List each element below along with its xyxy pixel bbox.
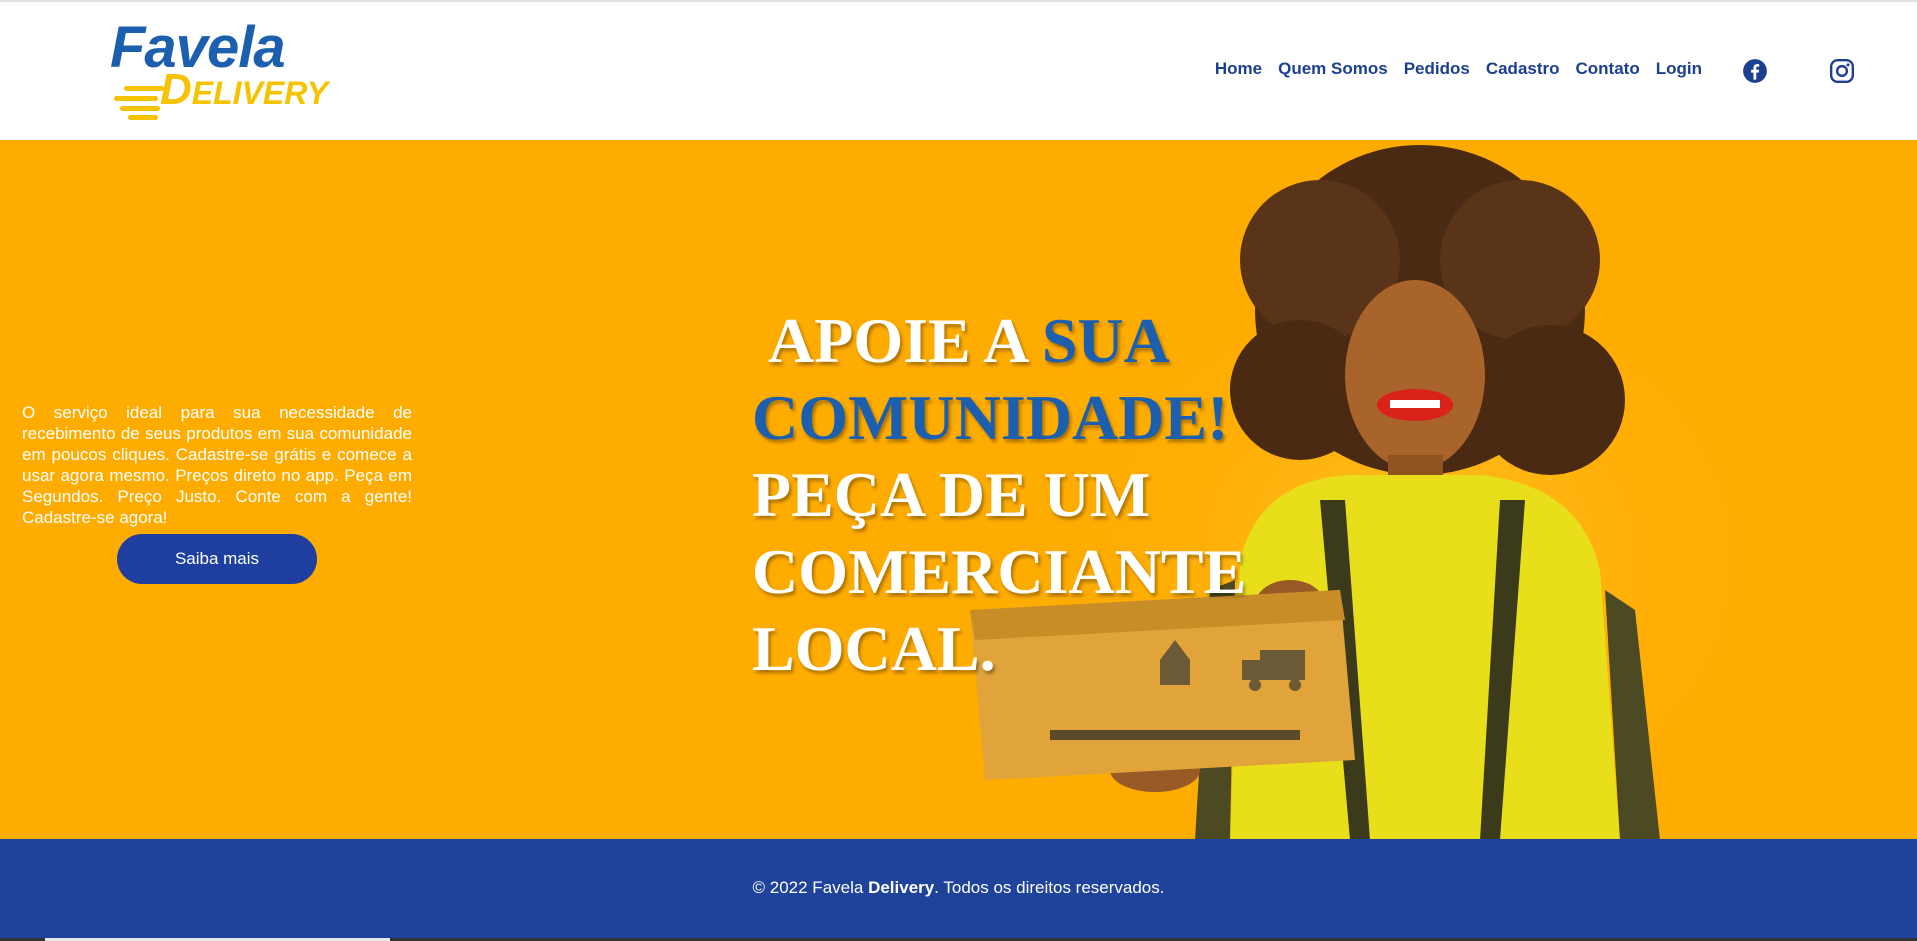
headline-line-1: APOIE A SUA [768, 305, 1170, 376]
hero-description: O serviço ideal para sua necessidade de … [22, 403, 412, 527]
headline-line-3: PEÇA DE UM [752, 459, 1151, 530]
facebook-icon[interactable] [1742, 58, 1768, 84]
main-navigation: Home Quem Somos Pedidos Cadastro Contato… [1215, 59, 1702, 79]
logo-wordmark: Favela [110, 15, 286, 80]
nav-login[interactable]: Login [1656, 59, 1702, 79]
nav-contato[interactable]: Contato [1576, 59, 1640, 79]
site-footer: © 2022 Favela Delivery. Todos os direito… [0, 839, 1917, 941]
nav-home[interactable]: Home [1215, 59, 1262, 79]
headline-line-4: COMERCIANTE [752, 536, 1247, 607]
hero-banner: O serviço ideal para sua necessidade de … [0, 140, 1917, 839]
nav-cadastro[interactable]: Cadastro [1486, 59, 1560, 79]
headline-line-2: COMUNIDADE! [752, 382, 1229, 453]
logo-subtitle: DELIVERY [160, 65, 329, 114]
copyright-text: © 2022 Favela Delivery. Todos os direito… [752, 878, 1165, 897]
headline-line-5: LOCAL. [752, 613, 996, 684]
nav-pedidos[interactable]: Pedidos [1404, 59, 1470, 79]
hero-headline: APOIE A SUA COMUNIDADE! PEÇA DE UM COMER… [752, 302, 1246, 687]
saiba-mais-button[interactable]: Saiba mais [117, 534, 317, 584]
brand-logo[interactable]: Favela DELIVERY [110, 16, 350, 126]
instagram-icon[interactable] [1829, 58, 1855, 84]
site-header: Favela DELIVERY Home Quem Somos Pedidos … [0, 2, 1917, 140]
nav-quem-somos[interactable]: Quem Somos [1278, 59, 1388, 79]
